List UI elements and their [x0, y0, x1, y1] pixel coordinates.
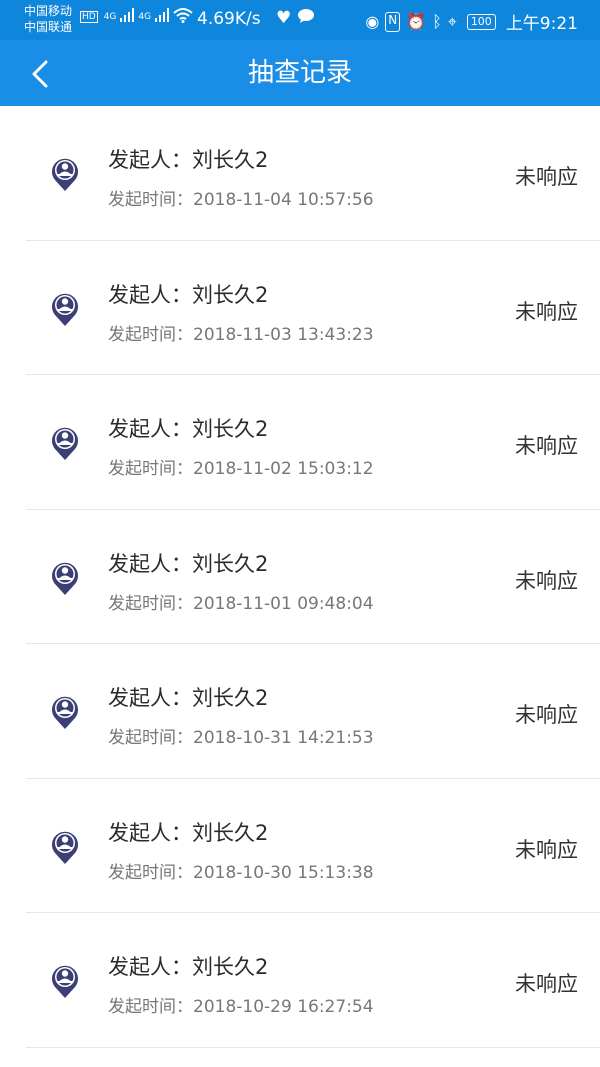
- records-list: 发起人：刘长久2 发起时间：2018-11-04 10:57:56 未响应 发起…: [0, 106, 600, 1067]
- wifi-icon: [173, 7, 193, 26]
- record-initiator: 发起人：刘长久2: [108, 551, 269, 576]
- record-time: 发起时间：2018-10-31 14:21:53: [108, 728, 374, 748]
- record-status: 未响应: [515, 837, 578, 862]
- record-initiator: 发起人：刘长久2: [108, 686, 269, 710]
- signal-icon: [155, 8, 170, 25]
- network-type-2: 4G: [138, 11, 152, 22]
- page-title: 抽查记录: [247, 58, 352, 88]
- record-initiator: 发起人：刘长久2: [108, 148, 269, 172]
- status-bar: 中国移动 中国联通 HD 4G 4G 4.69K/s ♥ ◉ N ⏰ ᛒ ⌖ 1…: [0, 0, 600, 40]
- location-icon: ⌖: [447, 11, 457, 31]
- record-time: 发起时间：2018-10-29 16:27:54: [108, 997, 374, 1017]
- record-row[interactable]: 发起人：刘长久2 发起时间：2018-11-02 15:03:12 未响应: [0, 375, 600, 510]
- record-row[interactable]: 发起人：刘长久2 发起时间：2018-11-03 13:43:23 未响应: [0, 241, 600, 375]
- user-avatar-icon: [50, 692, 80, 730]
- record-initiator: 发起人：刘长久2: [108, 955, 269, 979]
- record-time: 发起时间：2018-10-30 15:13:38: [108, 862, 374, 883]
- back-button[interactable]: [22, 54, 62, 94]
- record-row[interactable]: 发起人：刘长久2 发起时间：2018-11-04 10:57:56 未响应: [0, 106, 600, 241]
- clock: 上午9:21: [505, 14, 578, 34]
- nav-bar: 抽查记录: [0, 40, 600, 106]
- nfc-icon: N: [385, 11, 401, 32]
- record-row[interactable]: 发起人：刘长久2 发起时间：2018-10-30 15:13:38 未响应: [0, 779, 600, 913]
- chevron-left-icon: [32, 60, 48, 88]
- bluetooth-icon: ᛒ: [432, 11, 442, 31]
- record-time: 发起时间：2018-11-03 13:43:23: [108, 324, 374, 345]
- record-initiator: 发起人：刘长久2: [108, 820, 269, 845]
- user-avatar-icon: [50, 289, 80, 327]
- record-time: 发起时间：2018-11-02 15:03:12: [108, 459, 374, 479]
- record-status: 未响应: [515, 972, 578, 996]
- user-avatar-icon: [50, 961, 80, 999]
- record-status: 未响应: [515, 434, 578, 458]
- record-time: 发起时间：2018-11-04 10:57:56: [108, 190, 374, 210]
- record-status: 未响应: [515, 703, 578, 727]
- user-avatar-icon: [50, 558, 80, 596]
- network-indicators: HD 4G 4G: [80, 7, 193, 26]
- signal-icon: [120, 8, 135, 25]
- record-row[interactable]: 发起人：刘长久2 发起时间：2018-11-01 09:48:04 未响应: [0, 510, 600, 644]
- record-row[interactable]: 发起人：刘长久2 发起时间：2018-10-29 16:27:54 未响应: [0, 913, 600, 1048]
- record-row[interactable]: 发起人：刘长久2 发起时间：2018-10-31 14:21:53 未响应: [0, 644, 600, 779]
- notification-icons: ♥: [276, 8, 315, 29]
- network-type-1: 4G: [103, 11, 117, 22]
- carrier-info: 中国移动 中国联通: [24, 3, 72, 35]
- battery-icon: 100: [466, 13, 496, 30]
- alarm-icon: ⏰: [406, 11, 427, 31]
- record-status: 未响应: [515, 165, 578, 189]
- row-divider: [26, 1046, 600, 1048]
- system-indicators: ◉ N ⏰ ᛒ ⌖ 100 上午9:21: [365, 9, 578, 34]
- record-status: 未响应: [515, 299, 578, 324]
- carrier-1: 中国移动: [24, 4, 73, 18]
- record-time: 发起时间：2018-11-01 09:48:04: [108, 593, 374, 614]
- network-speed: 4.69K/s: [197, 9, 261, 29]
- user-avatar-icon: [50, 423, 80, 461]
- carrier-2: 中国联通: [24, 20, 73, 34]
- heart-icon: ♥: [276, 8, 292, 28]
- record-initiator: 发起人：刘长久2: [108, 417, 269, 441]
- record-initiator: 发起人：刘长久2: [108, 282, 269, 307]
- user-avatar-icon: [50, 827, 80, 865]
- user-avatar-icon: [50, 154, 80, 192]
- chat-bubble-icon: [297, 8, 315, 29]
- record-status: 未响应: [515, 568, 578, 593]
- eye-icon: ◉: [365, 11, 380, 31]
- hd-badge: HD: [80, 10, 98, 23]
